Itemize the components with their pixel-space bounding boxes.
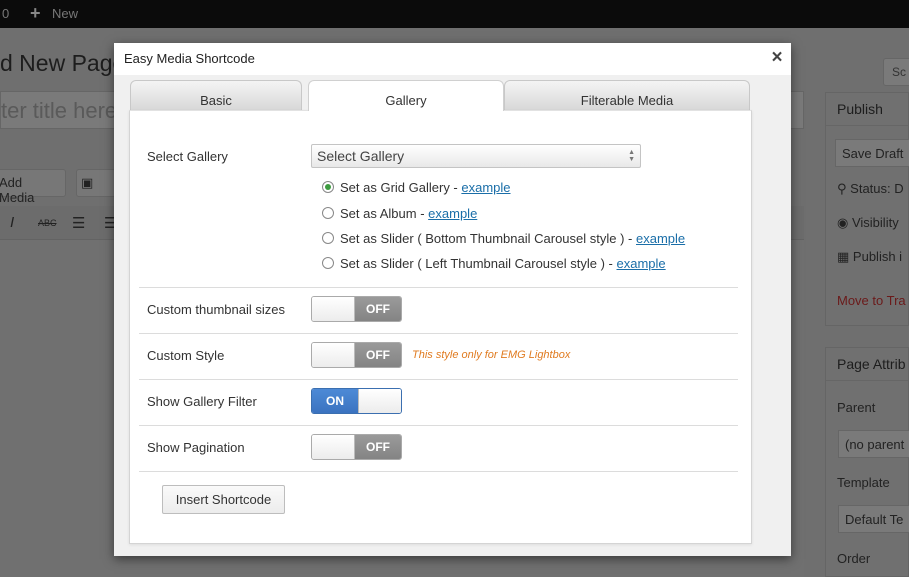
show-filter-label: Show Gallery Filter	[147, 394, 257, 409]
bullet-list-icon[interactable]: ☰	[72, 214, 85, 232]
toggle-state: OFF	[355, 343, 401, 367]
title-placeholder: ter title here	[1, 98, 118, 123]
custom-style-toggle[interactable]: OFF	[311, 342, 402, 368]
slider-left-example-link[interactable]: example	[617, 256, 666, 271]
tab-filterable-media[interactable]: Filterable Media	[504, 80, 750, 110]
divider	[139, 425, 738, 426]
template-label: Template	[837, 475, 890, 490]
option-grid-gallery-label: Set as Grid Gallery -	[340, 180, 462, 195]
custom-style-label: Custom Style	[147, 348, 225, 363]
emg-icon: ▣	[81, 175, 94, 190]
pin-icon: ⚲	[837, 181, 847, 196]
dialog-title: Easy Media Shortcode	[124, 51, 255, 66]
page-attributes-box: Page Attrib Parent (no parent Template D…	[825, 347, 909, 577]
add-media-button[interactable]: Add Media	[0, 169, 66, 205]
toggle-state: OFF	[355, 297, 401, 321]
divider	[139, 471, 738, 472]
select-gallery-value: Select Gallery	[317, 148, 405, 164]
custom-style-note: This style only for EMG Lightbox	[412, 349, 571, 361]
eye-icon: ◉	[837, 215, 849, 230]
divider	[139, 287, 738, 288]
parent-label: Parent	[837, 400, 876, 415]
close-icon[interactable]: ×	[767, 47, 787, 69]
radio-slider-bottom[interactable]	[322, 232, 334, 244]
move-to-trash-link[interactable]: Move to Tra	[837, 293, 906, 308]
italic-icon[interactable]: I	[10, 214, 14, 231]
new-menu-label[interactable]: New	[52, 6, 78, 21]
visibility-line: ◉ Visibility	[837, 215, 899, 231]
publish-line: ▦ Publish i	[837, 249, 902, 265]
select-gallery-label: Select Gallery	[147, 149, 228, 164]
publish-text: Publish i	[852, 249, 903, 264]
admin-bar: 0 + New	[0, 0, 909, 28]
comment-count[interactable]: 0	[2, 6, 9, 21]
template-select[interactable]: Default Te	[838, 505, 909, 533]
custom-thumbnail-toggle[interactable]: OFF	[311, 296, 402, 322]
custom-thumbnail-label: Custom thumbnail sizes	[147, 302, 285, 317]
select-gallery-dropdown[interactable]: Select Gallery ▲ ▼	[311, 144, 641, 168]
show-filter-toggle[interactable]: ON	[311, 388, 402, 414]
strikethrough-icon[interactable]: ABC	[38, 218, 57, 228]
gallery-panel	[129, 110, 752, 544]
toggle-knob	[312, 297, 355, 321]
option-slider-left[interactable]: Set as Slider ( Left Thumbnail Carousel …	[322, 256, 666, 274]
radio-slider-left[interactable]	[322, 257, 334, 269]
toggle-state: OFF	[355, 435, 401, 459]
album-example-link[interactable]: example	[428, 206, 477, 221]
order-label: Order	[837, 551, 871, 566]
parent-select[interactable]: (no parent	[838, 430, 909, 458]
show-pagination-label: Show Pagination	[147, 440, 245, 455]
toggle-knob	[312, 435, 355, 459]
radio-grid-gallery[interactable]	[322, 181, 334, 193]
dialog-titlebar: Easy Media Shortcode ×	[114, 43, 791, 75]
emg-shortcode-button[interactable]: ▣	[76, 169, 116, 197]
option-slider-bottom-label: Set as Slider ( Bottom Thumbnail Carouse…	[340, 231, 636, 246]
option-album[interactable]: Set as Album - example	[322, 206, 477, 224]
tab-basic[interactable]: Basic	[130, 80, 302, 110]
option-slider-left-label: Set as Slider ( Left Thumbnail Carousel …	[340, 256, 617, 271]
divider	[139, 333, 738, 334]
divider	[139, 379, 738, 380]
option-slider-bottom[interactable]: Set as Slider ( Bottom Thumbnail Carouse…	[322, 231, 685, 249]
radio-album[interactable]	[322, 207, 334, 219]
show-pagination-toggle[interactable]: OFF	[311, 434, 402, 460]
plus-icon[interactable]: +	[30, 3, 41, 24]
toggle-knob	[312, 343, 355, 367]
status-line: ⚲ Status: D	[837, 181, 904, 197]
toggle-knob	[358, 389, 401, 413]
tab-gallery[interactable]: Gallery	[308, 80, 504, 111]
save-draft-button[interactable]: Save Draft	[835, 139, 909, 167]
calendar-icon: ▦	[837, 249, 850, 264]
insert-shortcode-button[interactable]: Insert Shortcode	[162, 485, 285, 514]
screen-options-button[interactable]: Sc	[883, 58, 909, 86]
publish-box-title: Publish	[826, 93, 908, 126]
publish-box: Publish Save Draft ⚲ Status: D ◉ Visibil…	[825, 92, 909, 326]
status-text: Status: D	[850, 181, 904, 196]
option-album-label: Set as Album -	[340, 206, 429, 221]
option-grid-gallery[interactable]: Set as Grid Gallery - example	[322, 180, 511, 198]
grid-gallery-example-link[interactable]: example	[461, 180, 510, 195]
page-heading: d New Page	[0, 50, 126, 76]
slider-bottom-example-link[interactable]: example	[636, 231, 685, 246]
select-arrows-icon: ▲ ▼	[628, 149, 635, 163]
page-attributes-title: Page Attrib	[826, 348, 908, 381]
toggle-state: ON	[312, 389, 358, 413]
easy-media-shortcode-dialog: Easy Media Shortcode × Basic Filterable …	[114, 43, 791, 556]
visibility-text: Visibility	[851, 215, 899, 230]
